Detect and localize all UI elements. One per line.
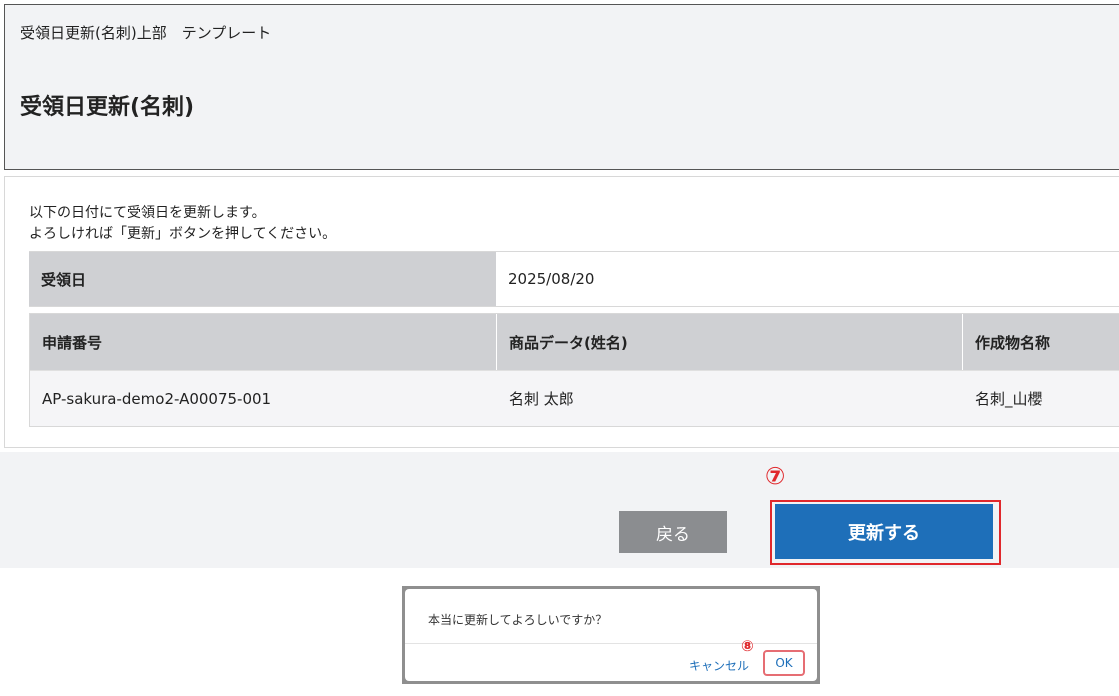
table-row: AP-sakura-demo2-A00075-001 名刺 太郎 名刺_山櫻 <box>30 370 1119 426</box>
intro-line-2: よろしければ「更新」ボタンを押してください。 <box>29 226 337 242</box>
received-date-label: 受領日 <box>29 252 496 306</box>
cancel-button[interactable]: キャンセル <box>689 657 749 674</box>
intro-line-1: 以下の日付にて受領日を更新します。 <box>29 205 266 221</box>
application-table: 申請番号 商品データ(姓名) 作成物名称 AP-sakura-demo2-A00… <box>29 313 1119 427</box>
step-8-marker: ⑧ <box>741 637 754 655</box>
action-area: ⑦ 戻る 更新する <box>0 452 1119 568</box>
confirm-message: 本当に更新してよろしいですか？ <box>428 613 608 627</box>
update-button[interactable]: 更新する <box>775 504 993 559</box>
intro-text: 以下の日付にて受領日を更新します。 よろしければ「更新」ボタンを押してください。 <box>29 203 336 245</box>
confirm-dialog-frame: 本当に更新してよろしいですか？ ⑧ キャンセル OK <box>402 586 820 684</box>
dialog-divider <box>405 643 817 644</box>
content-panel: 以下の日付にて受領日を更新します。 よろしければ「更新」ボタンを押してください。… <box>4 176 1119 448</box>
table-header-row: 申請番号 商品データ(姓名) 作成物名称 <box>30 314 1119 370</box>
cell-application-number: AP-sakura-demo2-A00075-001 <box>42 389 272 408</box>
page-title: 受領日更新(名刺) <box>20 95 195 120</box>
received-date-value: 2025/08/20 <box>496 252 1119 306</box>
received-date-row: 受領日 2025/08/20 <box>29 251 1119 307</box>
template-label: 受領日更新(名刺)上部 テンプレート <box>20 24 272 42</box>
header-application-number: 申請番号 <box>30 314 497 370</box>
confirm-dialog: 本当に更新してよろしいですか？ ⑧ キャンセル OK <box>405 589 817 681</box>
header-item-name: 作成物名称 <box>975 333 1051 352</box>
page-header: 受領日更新(名刺)上部 テンプレート 受領日更新(名刺) <box>4 4 1119 170</box>
back-button[interactable]: 戻る <box>619 511 727 553</box>
cell-product-data: 名刺 太郎 <box>509 390 574 408</box>
ok-highlight-box: OK <box>763 650 805 676</box>
cell-item-name: 名刺_山櫻 <box>975 390 1043 408</box>
header-product-data: 商品データ(姓名) <box>497 314 963 370</box>
step-7-marker: ⑦ <box>765 462 786 490</box>
ok-button[interactable]: OK <box>775 656 792 670</box>
